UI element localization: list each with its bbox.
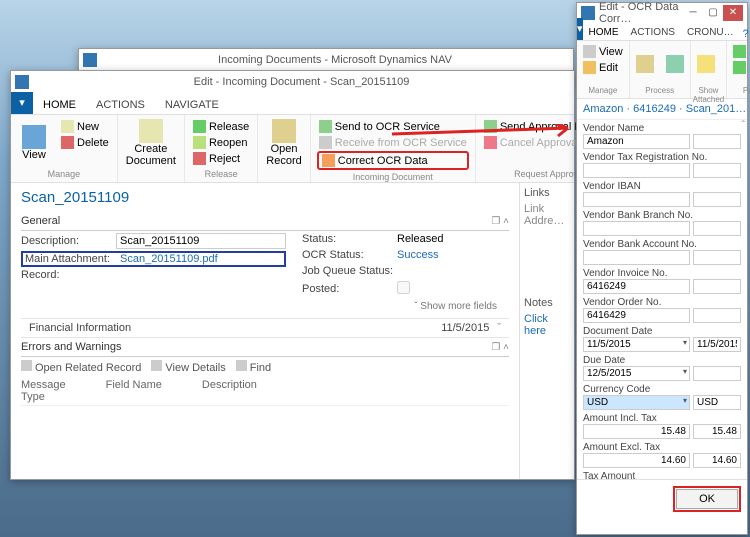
minimize-button[interactable]: ─ <box>683 5 703 21</box>
financial-info-row[interactable]: Financial Information11/5/2015ˇ <box>21 318 509 338</box>
vendor-name-value2[interactable] <box>693 134 741 149</box>
doc-date-input[interactable] <box>583 337 690 352</box>
description-input[interactable] <box>116 233 286 249</box>
new-button[interactable]: New <box>59 119 111 134</box>
tab-navigate[interactable]: NAVIGATE <box>155 96 229 114</box>
chevron-down-icon[interactable]: ▾ <box>683 396 687 405</box>
view-button[interactable]: View <box>15 117 53 169</box>
open-related-record[interactable]: Open Related Record <box>21 360 141 374</box>
file-menu-button[interactable]: ▾ <box>11 92 33 114</box>
win2-tabbar: ▾ HOME ACTIONS NAVIGATE <box>11 93 574 115</box>
view-details[interactable]: View Details <box>151 360 225 374</box>
reject-button[interactable]: Reject <box>191 151 251 166</box>
open-record-button[interactable]: Open Record <box>262 117 305 169</box>
find[interactable]: Find <box>236 360 271 374</box>
delete-button[interactable]: Delete <box>59 135 111 150</box>
collapse-icon[interactable]: ❐ ˄ <box>491 342 509 353</box>
main-attachment-link[interactable]: Scan_20151109.pdf <box>120 253 282 265</box>
currency-code-input[interactable] <box>583 395 690 410</box>
receive-from-ocr-button[interactable]: Receive from OCR Service <box>317 135 469 150</box>
posted-checkbox <box>397 281 410 294</box>
app-icon <box>83 53 97 67</box>
tab-home[interactable]: HOME <box>583 25 625 40</box>
process-button[interactable] <box>632 42 658 86</box>
show-more-fields[interactable]: Show more fields <box>21 299 509 314</box>
vendor-tax-input[interactable] <box>583 163 690 178</box>
vendor-account-input[interactable] <box>583 250 690 265</box>
main-attachment-row: Main Attachment:Scan_20151109.pdf <box>21 251 286 267</box>
release-button[interactable]: Release <box>191 119 251 134</box>
due-date-input[interactable] <box>583 366 690 381</box>
tab-company[interactable]: CRONU… <box>681 25 740 40</box>
invoice-no-input[interactable] <box>583 279 690 294</box>
factbox-pane: LinksLink Addre… NotesClick here <box>519 183 574 479</box>
notes-click-here[interactable]: Click here <box>524 313 570 337</box>
edit-ocr-data-correction-window: Edit - OCR Data Corr… ─ ▢ ✕ ▾ HOME ACTIO… <box>576 2 748 535</box>
chevron-down-icon[interactable]: ▾ <box>683 367 687 376</box>
general-panel: General❐ ˄ Description: Main Attachment:… <box>21 212 509 314</box>
vendor-name-input[interactable] <box>583 134 690 149</box>
ocr-status-link[interactable]: Success <box>397 249 509 261</box>
collapse-icon[interactable]: ❐ ˄ <box>491 216 509 227</box>
send-to-ocr-button[interactable]: Send to OCR Service <box>317 119 469 134</box>
maximize-button[interactable]: ▢ <box>703 5 723 21</box>
ocr-fields-panel: Vendor Name Vendor Tax Registration No. … <box>577 119 747 479</box>
ribbon: View New Delete Manage Create Document R… <box>11 115 574 183</box>
status-value: Released <box>397 233 509 245</box>
app-icon <box>581 6 595 20</box>
create-document-button[interactable]: Create Document <box>122 117 180 169</box>
win2-titlebar: Edit - Incoming Document - Scan_20151109 <box>11 71 574 93</box>
win1-title: Incoming Documents - Microsoft Dynamics … <box>101 54 569 66</box>
win2-title: Edit - Incoming Document - Scan_20151109 <box>33 76 570 88</box>
vendor-iban-input[interactable] <box>583 192 690 207</box>
vendor-branch-input[interactable] <box>583 221 690 236</box>
ok-button[interactable]: OK <box>676 489 738 509</box>
edit-button[interactable]: Edit <box>581 60 625 75</box>
amount-excl-tax-input[interactable] <box>583 453 690 468</box>
view-button[interactable]: View <box>581 44 625 59</box>
chevron-down-icon[interactable]: ▾ <box>683 338 687 347</box>
tab-actions[interactable]: ACTIONS <box>86 96 155 114</box>
correct-ocr-data-button[interactable]: Correct OCR Data <box>317 151 469 170</box>
document-title: Scan_20151109 <box>11 183 519 212</box>
errors-panel: Errors and Warnings❐ ˄ Open Related Reco… <box>21 338 509 476</box>
amount-incl-tax-input[interactable] <box>583 424 690 439</box>
help-icon[interactable]: ? <box>740 28 750 40</box>
order-no-input[interactable] <box>583 308 690 323</box>
close-button[interactable]: ✕ <box>723 5 743 21</box>
edit-incoming-document-window: Edit - Incoming Document - Scan_20151109… <box>10 70 575 480</box>
reopen-button[interactable]: Reopen <box>191 135 251 150</box>
app-icon <box>15 75 29 89</box>
tab-actions[interactable]: ACTIONS <box>625 25 681 40</box>
show-attached-button[interactable] <box>693 42 719 86</box>
tab-home[interactable]: HOME <box>33 96 86 114</box>
